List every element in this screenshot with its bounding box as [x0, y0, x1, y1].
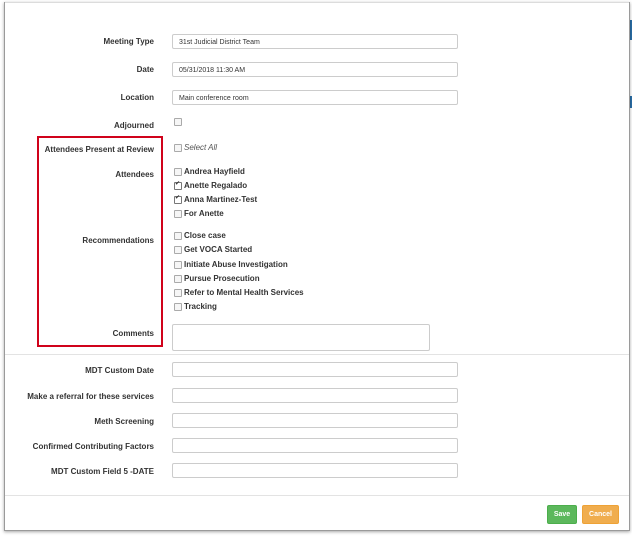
location-label: Location [120, 93, 154, 102]
referral-services-label: Make a referral for these services [27, 392, 154, 401]
confirmed-factors-label: Confirmed Contributing Factors [32, 442, 154, 451]
attendee-option-label: Anette Regalado [184, 181, 248, 190]
save-button[interactable]: Save [547, 505, 577, 524]
select-all-label: Select All [184, 143, 218, 152]
cancel-button[interactable]: Cancel [582, 505, 619, 524]
adjourned-label: Adjourned [114, 121, 154, 130]
recommendation-option-label: Tracking [184, 302, 217, 311]
attendee-checkbox[interactable] [174, 180, 182, 190]
mdt-custom-field5-input[interactable] [172, 463, 458, 478]
recommendation-checkbox[interactable] [174, 246, 182, 254]
attendee-checkbox[interactable] [174, 168, 182, 176]
meth-screening-input[interactable] [172, 413, 458, 428]
meeting-type-label: Meeting Type [103, 37, 154, 46]
mdt-custom-field5-label: MDT Custom Field 5 -DATE [51, 467, 154, 476]
attendee-checkbox[interactable] [174, 194, 182, 204]
highlight-box [37, 136, 163, 347]
mdt-custom-date-label: MDT Custom Date [85, 366, 154, 375]
recommendation-checkbox[interactable] [174, 303, 182, 311]
recommendation-option-label: Pursue Prosecution [184, 274, 260, 283]
recommendation-option-label: Initiate Abuse Investigation [184, 260, 288, 269]
recommendation-checkbox[interactable] [174, 232, 182, 240]
recommendation-option-label: Refer to Mental Health Services [184, 288, 304, 297]
adjourned-checkbox[interactable] [174, 118, 182, 126]
recommendation-option-label: Close case [184, 231, 226, 240]
select-all-checkbox[interactable] [174, 144, 182, 152]
attendee-checkbox[interactable] [174, 210, 182, 218]
mdt-custom-date-input[interactable] [172, 362, 458, 377]
date-input[interactable]: 05/31/2018 11:30 AM [172, 62, 458, 77]
date-label: Date [136, 65, 154, 74]
attendee-option-label: For Anette [184, 209, 224, 218]
recommendation-option-label: Get VOCA Started [184, 245, 253, 254]
footer-divider [5, 495, 629, 496]
section-divider [5, 354, 629, 355]
meeting-type-input[interactable]: 31st Judicial District Team [172, 34, 458, 49]
confirmed-factors-input[interactable] [172, 438, 458, 453]
attendee-option-label: Anna Martinez-Test [184, 195, 258, 204]
modal-top-divider [5, 2, 629, 3]
referral-services-input[interactable] [172, 388, 458, 403]
comments-textarea[interactable] [172, 324, 430, 351]
meth-screening-label: Meth Screening [94, 417, 154, 426]
recommendation-checkbox[interactable] [174, 275, 182, 283]
meeting-modal: Meeting Type 31st Judicial District Team… [4, 2, 630, 531]
location-input[interactable]: Main conference room [172, 90, 458, 105]
recommendation-checkbox[interactable] [174, 261, 182, 269]
recommendation-checkbox[interactable] [174, 289, 182, 297]
attendee-option-label: Andrea Hayfield [184, 167, 245, 176]
